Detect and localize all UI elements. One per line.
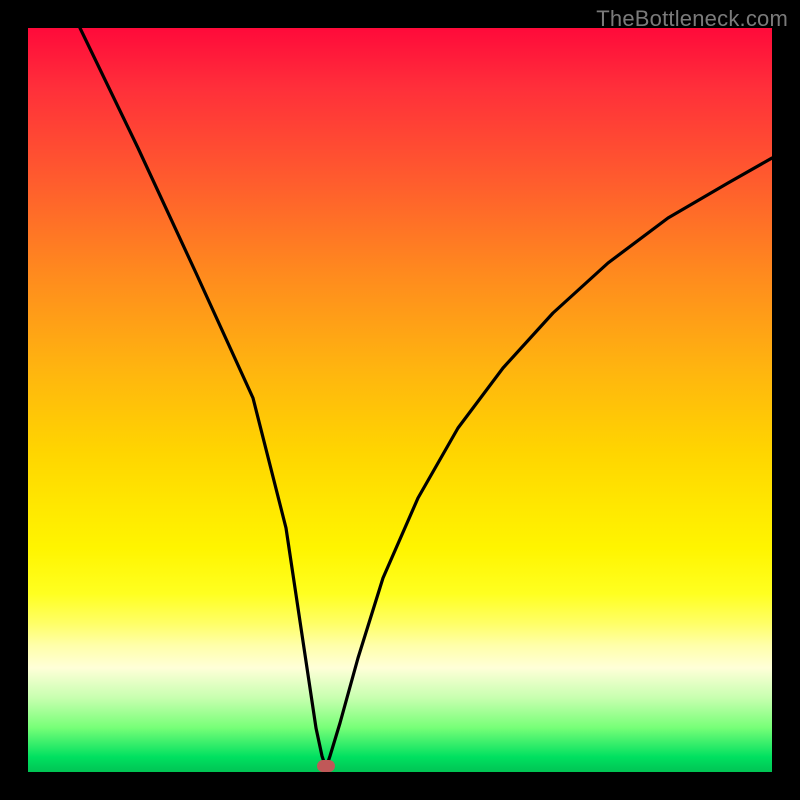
watermark-text: TheBottleneck.com [596,6,788,32]
plot-area [28,28,772,772]
bottleneck-curve-path [80,28,772,768]
curve-svg [28,28,772,772]
chart-frame: TheBottleneck.com [0,0,800,800]
minimum-marker [317,760,335,772]
